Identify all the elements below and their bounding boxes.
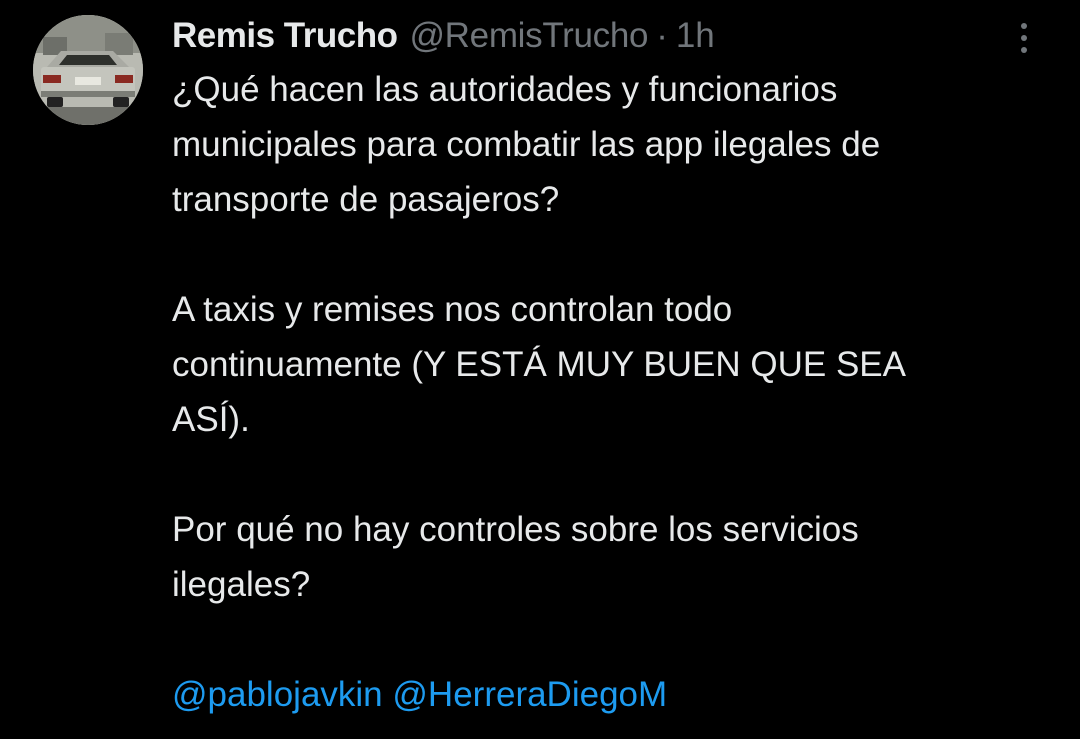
tweet-paragraph: Por qué no hay controles sobre los servi… — [172, 502, 1052, 612]
mention-link-pablojavkin[interactable]: @pablojavkin — [172, 675, 383, 714]
text-line: Por qué no hay controles sobre los servi… — [172, 510, 859, 549]
text-line: A taxis y remises nos controlan todo — [172, 290, 733, 329]
tweet-text: ¿Qué hacen las autoridades y funcionario… — [172, 62, 1052, 722]
more-options-button[interactable] — [1004, 14, 1044, 62]
tweet-paragraph: A taxis y remises nos controlan todo con… — [172, 282, 1052, 447]
tweet-timestamp[interactable]: 1h — [676, 14, 715, 58]
text-line: ASÍ). — [172, 400, 250, 439]
text-line: continuamente (Y ESTÁ MUY BUEN QUE SEA — [172, 345, 906, 384]
text-line: transporte de pasajeros? — [172, 180, 560, 219]
author-handle[interactable]: @RemisTrucho — [409, 14, 648, 58]
text-line: municipales para combatir las app ilegal… — [172, 125, 881, 164]
profile-avatar[interactable] — [33, 15, 143, 125]
more-vertical-icon-dot — [1021, 47, 1027, 53]
car-photo-avatar — [33, 15, 143, 125]
text-line: ¿Qué hacen las autoridades y funcionario… — [172, 70, 838, 109]
mentions-line: @pablojavkin @HerreraDiegoM — [172, 667, 1052, 722]
separator-dot: · — [656, 16, 668, 55]
author-display-name[interactable]: Remis Trucho — [172, 14, 398, 58]
mention-link-herreradiegom[interactable]: @HerreraDiegoM — [392, 675, 667, 714]
tweet-header: Remis Trucho @RemisTrucho · 1h — [172, 14, 715, 58]
more-vertical-icon-dot — [1021, 35, 1027, 41]
text-line: ilegales? — [172, 565, 311, 604]
more-vertical-icon — [1021, 23, 1027, 29]
tweet[interactable]: Remis Trucho @RemisTrucho · 1h ¿Qué hace… — [0, 0, 1080, 739]
tweet-paragraph: ¿Qué hacen las autoridades y funcionario… — [172, 62, 1052, 227]
